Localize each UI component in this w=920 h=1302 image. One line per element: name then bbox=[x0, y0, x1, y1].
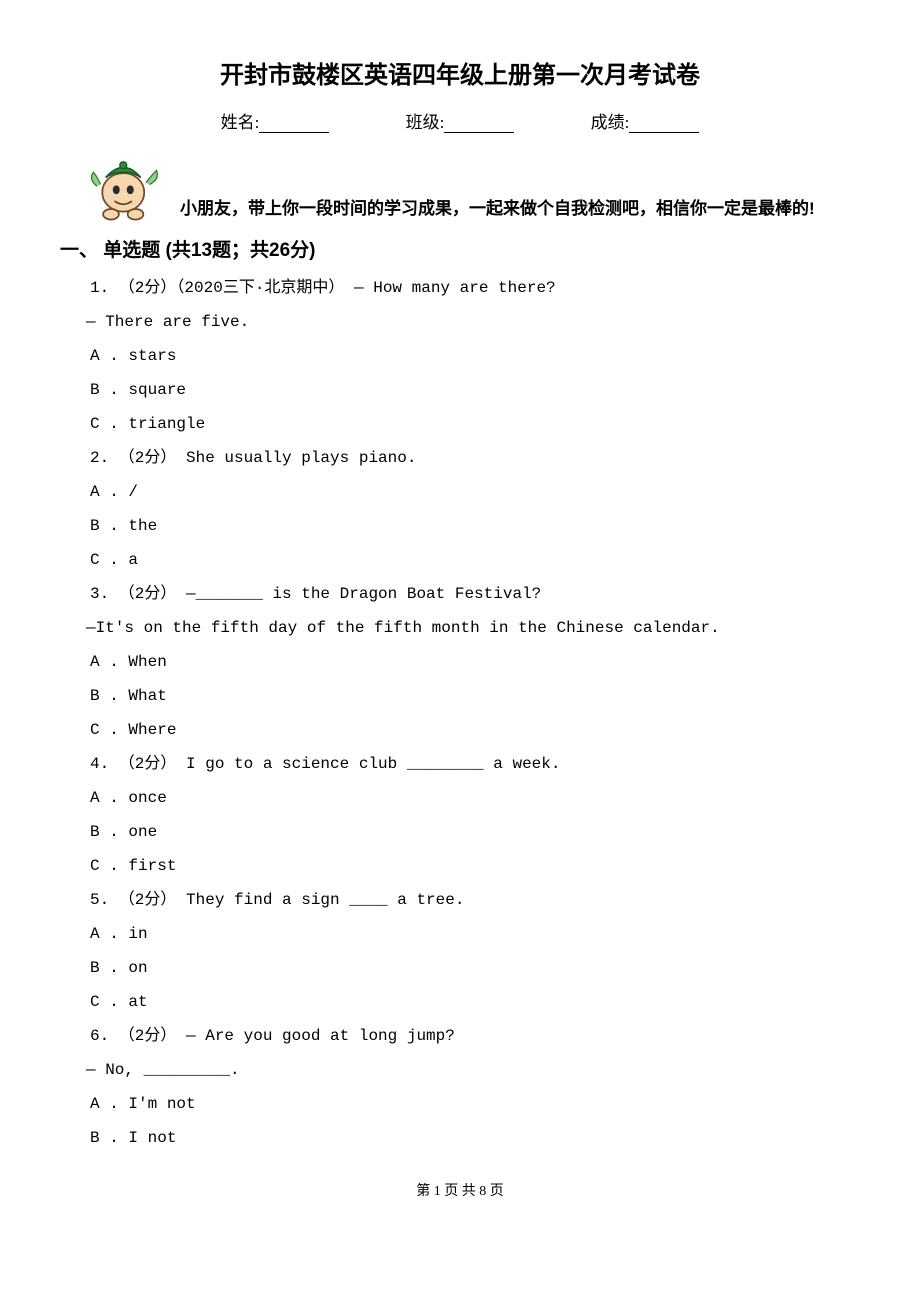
q1-option-b[interactable]: B . square bbox=[90, 378, 860, 402]
q4-option-b[interactable]: B . one bbox=[90, 820, 860, 844]
q6-option-b[interactable]: B . I not bbox=[90, 1126, 860, 1150]
q6-option-a[interactable]: A . I'm not bbox=[90, 1092, 860, 1116]
q1-option-c[interactable]: C . triangle bbox=[90, 412, 860, 436]
exam-page: 开封市鼓楼区英语四年级上册第一次月考试卷 姓名: 班级: 成绩: 小朋友，带上你… bbox=[0, 0, 920, 1230]
q3-stem-2: —It's on the fifth day of the fifth mont… bbox=[86, 616, 860, 640]
q2-option-b[interactable]: B . the bbox=[90, 514, 860, 538]
q6-stem-2: — No, _________. bbox=[86, 1058, 860, 1082]
q4-option-a[interactable]: A . once bbox=[90, 786, 860, 810]
q2-option-a[interactable]: A . / bbox=[90, 480, 860, 504]
q1-option-a[interactable]: A . stars bbox=[90, 344, 860, 368]
name-label: 姓名: bbox=[221, 113, 260, 132]
q3-option-a[interactable]: A . When bbox=[90, 650, 860, 674]
page-title: 开封市鼓楼区英语四年级上册第一次月考试卷 bbox=[60, 55, 860, 90]
name-blank[interactable] bbox=[259, 132, 329, 133]
q4-stem: 4. （2分） I go to a science club ________ … bbox=[90, 752, 860, 776]
q3-option-b[interactable]: B . What bbox=[90, 684, 860, 708]
mascot-row: 小朋友，带上你一段时间的学习成果，一起来做个自我检测吧，相信你一定是最棒的! bbox=[80, 153, 860, 223]
page-footer: 第 1 页 共 8 页 bbox=[60, 1180, 860, 1200]
q1-stem-1: 1. （2分）（2020三下·北京期中） — How many are ther… bbox=[90, 276, 860, 300]
questions-block: 1. （2分）（2020三下·北京期中） — How many are ther… bbox=[90, 276, 860, 1150]
name-field: 姓名: bbox=[221, 108, 330, 133]
q2-option-c[interactable]: C . a bbox=[90, 548, 860, 572]
q3-option-c[interactable]: C . Where bbox=[90, 718, 860, 742]
q5-option-a[interactable]: A . in bbox=[90, 922, 860, 946]
q6-stem-1: 6. （2分） — Are you good at long jump? bbox=[90, 1024, 860, 1048]
q4-option-c[interactable]: C . first bbox=[90, 854, 860, 878]
class-blank[interactable] bbox=[444, 132, 514, 133]
score-label: 成绩: bbox=[591, 113, 630, 132]
class-field: 班级: bbox=[406, 108, 515, 133]
q5-stem: 5. （2分） They find a sign ____ a tree. bbox=[90, 888, 860, 912]
class-label: 班级: bbox=[406, 113, 445, 132]
section-1-header: 一、 单选题 (共13题；共26分) bbox=[60, 235, 860, 262]
q3-stem-1: 3. （2分） —_______ is the Dragon Boat Fest… bbox=[90, 582, 860, 606]
q2-stem: 2. （2分） She usually plays piano. bbox=[90, 446, 860, 470]
q1-stem-2: — There are five. bbox=[86, 310, 860, 334]
student-info-line: 姓名: 班级: 成绩: bbox=[60, 108, 860, 133]
score-field: 成绩: bbox=[591, 108, 700, 133]
q5-option-b[interactable]: B . on bbox=[90, 956, 860, 980]
q5-option-c[interactable]: C . at bbox=[90, 990, 860, 1014]
score-blank[interactable] bbox=[629, 132, 699, 133]
encouragement-text: 小朋友，带上你一段时间的学习成果，一起来做个自我检测吧，相信你一定是最棒的! bbox=[180, 194, 815, 223]
mascot-icon bbox=[80, 153, 170, 223]
